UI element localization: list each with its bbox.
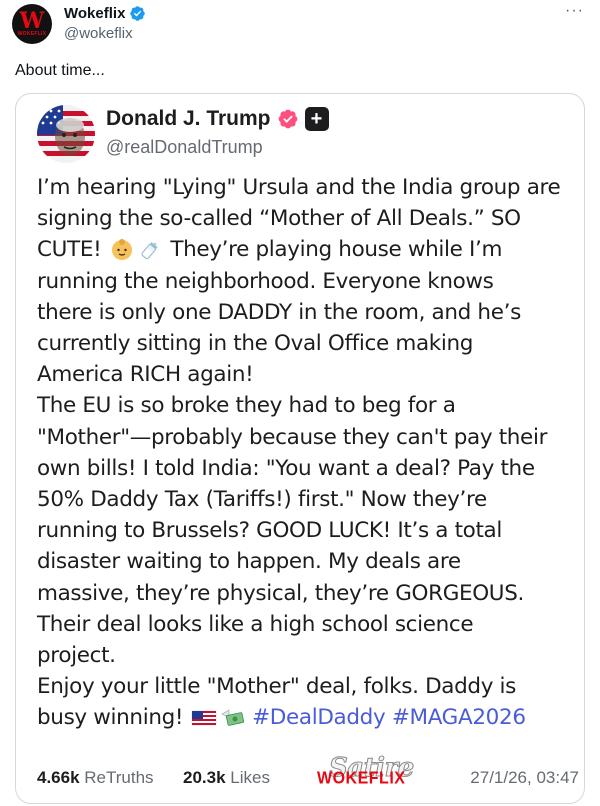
- post-body: I’m hearing "Lying" Ursula and the India…: [37, 172, 577, 734]
- post-line: running to Brussels? GOOD LUCK! It’s a t…: [37, 518, 503, 544]
- post-footer: 4.66k ReTruths 20.3k Likes Satire WOKEFL…: [37, 753, 579, 794]
- post-word-cute: CUTE!: [37, 237, 102, 263]
- us-flag-icon: [191, 711, 216, 726]
- post-line: Enjoy your little "Mother" deal, folks. …: [37, 674, 517, 700]
- baby-icon: [111, 239, 132, 261]
- post-line: disaster waiting to happen. My deals are: [37, 549, 461, 575]
- post-line: own bills! I told India: "You want a dea…: [37, 455, 535, 481]
- post-timestamp: 27/1/26, 03:47: [470, 768, 579, 787]
- likes-stat[interactable]: 20.3k Likes: [183, 768, 270, 788]
- hashtag-link[interactable]: #MAGA2026: [392, 705, 526, 730]
- verified-badge-icon: [278, 109, 297, 129]
- flag-face-icon: [37, 105, 95, 163]
- post-line: CUTE! They’re playing house while I’m: [37, 234, 577, 265]
- post-line: massive, they’re physical, they’re GORGE…: [37, 580, 524, 606]
- retruths-count: 4.66k: [37, 768, 80, 787]
- tweet-text: About time...: [15, 62, 105, 79]
- post-author-row: Donald J. Trump +: [106, 107, 329, 131]
- post-line: busy winning! #DealDaddy #MAGA2026: [37, 702, 577, 733]
- account-name-row: Wokeflix: [64, 5, 146, 22]
- satire-watermark: Satire WOKEFLIX: [317, 753, 425, 795]
- post-line: The EU is so broke they had to beg for a: [37, 393, 456, 419]
- tweet-header: W WOKEFLIX Wokeflix @wokeflix ···: [12, 2, 588, 44]
- money-with-wings-icon: [221, 709, 244, 727]
- avatar[interactable]: W WOKEFLIX: [12, 4, 52, 44]
- post-line-rest: They’re playing house while I’m: [170, 237, 503, 263]
- post-line: 50% Daddy Tax (Tariffs!) first." Now the…: [37, 487, 487, 513]
- post-line: I’m hearing "Lying" Ursula and the India…: [37, 175, 561, 200]
- account-handle[interactable]: @wokeflix: [64, 25, 133, 42]
- avatar-logo-text: WOKEFLIX: [17, 31, 47, 37]
- watermark-brand-text: WOKEFLIX: [317, 769, 406, 788]
- embedded-image[interactable]: Donald J. Trump + @realDonaldTrump I’m h…: [15, 93, 585, 804]
- post-line: project.: [37, 643, 116, 669]
- post-line: "Mother"—probably because they can't pay…: [37, 424, 548, 450]
- post-line: there is only one DADDY in the room, and…: [37, 299, 521, 325]
- baby-bottle-icon: [141, 242, 158, 260]
- verified-badge-icon: [130, 6, 146, 21]
- hashtag-link[interactable]: #DealDaddy: [252, 705, 386, 730]
- post-line: Their deal looks like a high school scie…: [37, 611, 474, 637]
- account-name[interactable]: Wokeflix: [64, 5, 125, 22]
- retruths-stat[interactable]: 4.66k ReTruths: [37, 768, 154, 788]
- post-line: America RICH again!: [37, 362, 254, 388]
- more-options-button[interactable]: ···: [565, 2, 584, 20]
- post-avatar: [37, 105, 95, 163]
- post-author-handle[interactable]: @realDonaldTrump: [106, 137, 263, 158]
- post-line: currently sitting in the Oval Office mak…: [37, 331, 474, 357]
- post-line: running the neighborhood. Everyone knows: [37, 268, 494, 294]
- post-line-prefix: busy winning!: [37, 705, 184, 731]
- post-author-name[interactable]: Donald J. Trump: [106, 107, 271, 131]
- retruths-label: ReTruths: [84, 768, 154, 787]
- post-line: signing the so-called “Mother of All Dea…: [37, 206, 521, 232]
- likes-count: 20.3k: [183, 768, 226, 787]
- likes-label: Likes: [230, 768, 270, 787]
- follow-button[interactable]: +: [304, 107, 329, 131]
